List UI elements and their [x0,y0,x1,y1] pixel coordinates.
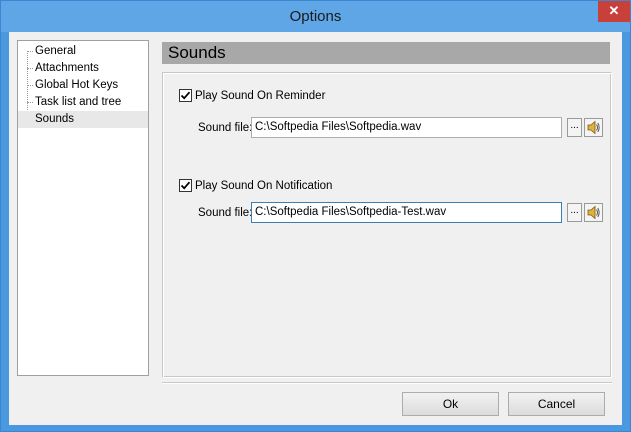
options-window: Options ✕ General Attachments Global Hot… [0,0,631,432]
cancel-button[interactable]: Cancel [508,392,605,416]
speaker-icon [587,120,600,135]
reminder-browse-button[interactable]: ... [567,118,582,137]
checkbox-box[interactable] [179,179,192,192]
tree-item-general[interactable]: General [18,43,148,60]
notification-sound-file-value: C:\Softpedia Files\Softpedia-Test.wav [255,206,447,218]
reminder-sound-file-value: C:\Softpedia Files\Softpedia.wav [255,121,422,133]
window-title: Options [289,8,342,25]
reminder-play-sound-button[interactable] [584,118,603,137]
play-sound-on-reminder-checkbox[interactable]: Play Sound On Reminder [179,88,325,103]
ok-button[interactable]: Ok [402,392,499,416]
tree-item-task-list-and-tree[interactable]: Task list and tree [18,94,148,111]
play-sound-on-notification-checkbox[interactable]: Play Sound On Notification [179,178,332,193]
notification-browse-button[interactable]: ... [567,203,582,222]
speaker-icon [587,205,600,220]
notification-sound-file-input[interactable]: C:\Softpedia Files\Softpedia-Test.wav [251,202,562,223]
page-heading: Sounds [162,42,610,64]
reminder-sound-file-input[interactable]: C:\Softpedia Files\Softpedia.wav [251,117,562,138]
options-tree[interactable]: General Attachments Global Hot Keys Task… [17,40,149,376]
play-sound-on-notification-label: Play Sound On Notification [195,179,333,192]
tree-item-sounds[interactable]: Sounds [18,111,148,128]
tree-item-attachments[interactable]: Attachments [18,60,148,77]
title-bar[interactable]: Options ✕ [1,1,630,32]
notification-sound-file-label: Sound file: [198,207,253,219]
footer-separator [162,382,612,384]
reminder-sound-file-label: Sound file: [198,122,253,134]
close-icon: ✕ [608,3,620,18]
notification-play-sound-button[interactable] [584,203,603,222]
play-sound-on-reminder-label: Play Sound On Reminder [195,89,326,102]
checkmark-icon [180,181,191,190]
close-button[interactable]: ✕ [598,1,630,22]
dialog-body: General Attachments Global Hot Keys Task… [9,32,622,425]
sounds-panel: Play Sound On Reminder Sound file: C:\So… [162,72,612,378]
checkmark-icon [180,91,191,100]
checkbox-box[interactable] [179,89,192,102]
tree-item-global-hot-keys[interactable]: Global Hot Keys [18,77,148,94]
